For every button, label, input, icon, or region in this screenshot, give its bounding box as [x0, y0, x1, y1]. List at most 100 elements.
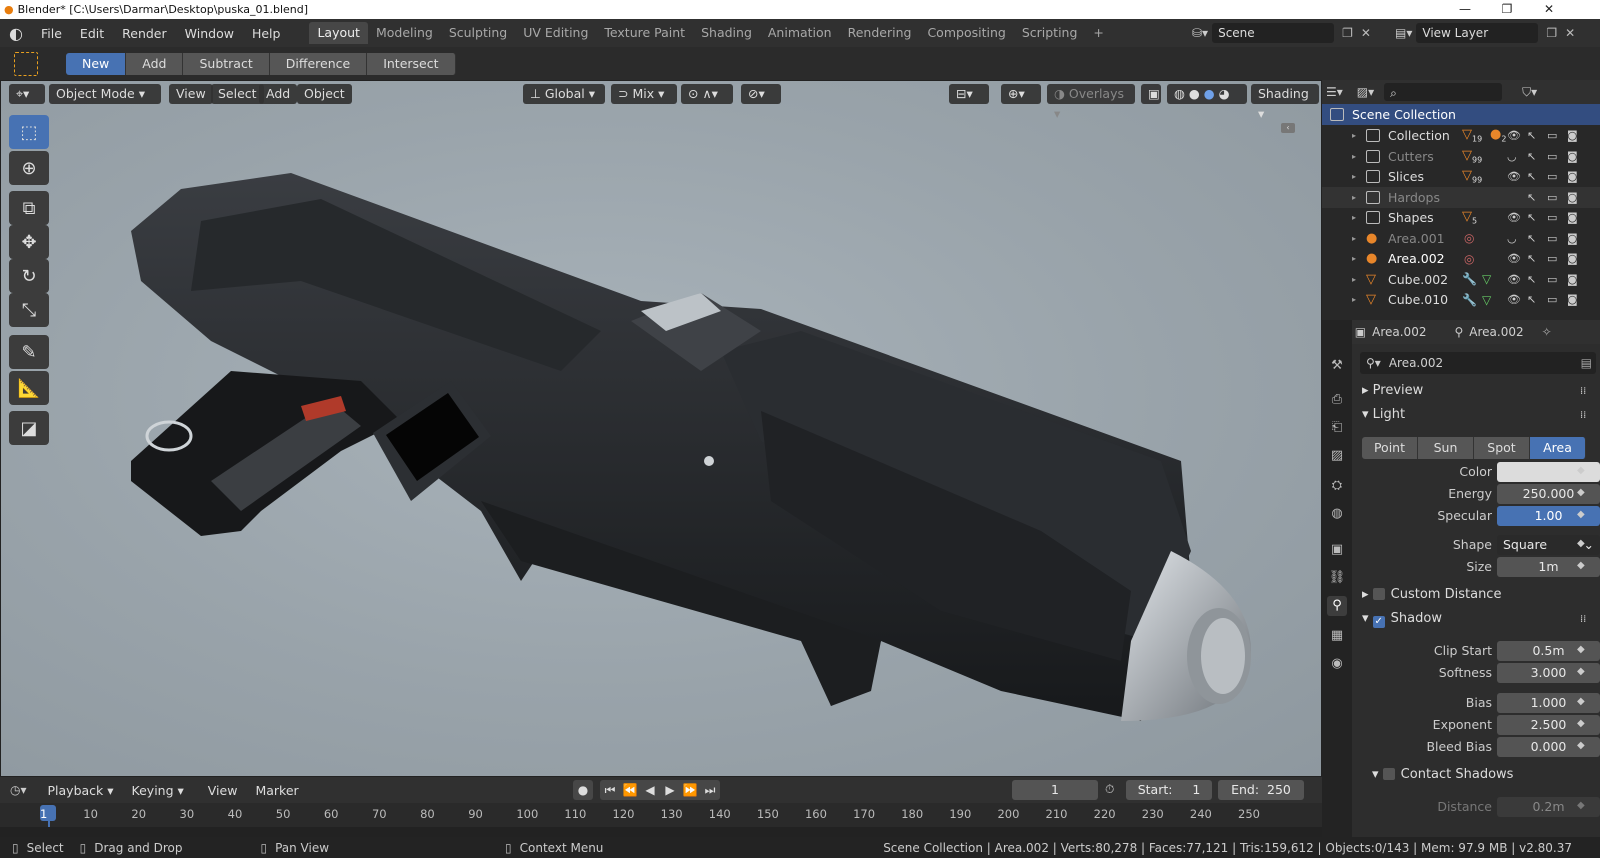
fake-user-icon[interactable]: ▤	[1581, 356, 1592, 370]
selectable-icon[interactable]: ↖	[1527, 150, 1536, 163]
expand-icon[interactable]: ▸	[1352, 254, 1356, 263]
outliner-scene-collection[interactable]: Scene Collection	[1322, 104, 1600, 125]
scene-copy-icon[interactable]: ❐	[1342, 26, 1353, 40]
render-camera-icon[interactable]: ◙	[1567, 170, 1578, 183]
expand-icon[interactable]: ▸	[1352, 152, 1356, 161]
menu-render[interactable]: Render	[113, 26, 176, 41]
selectable-icon[interactable]: ↖	[1527, 211, 1536, 224]
minimize-button[interactable]: —	[1450, 0, 1480, 19]
boolean-difference-button[interactable]: Difference	[269, 52, 368, 75]
visibility-eye-icon[interactable]: 👁	[1507, 273, 1521, 286]
preview-drag-icon[interactable]: ⁞⁞	[1580, 386, 1586, 397]
view-layer-icon[interactable]: ▤▾	[1395, 26, 1412, 40]
outliner-item[interactable]: ▸ Hardops ↖ ▭ ◙	[1322, 186, 1600, 208]
visibility-eye-icon[interactable]: ◡	[1507, 232, 1517, 245]
render-camera-icon[interactable]: ◙	[1567, 191, 1578, 204]
tab-rendering[interactable]: Rendering	[840, 22, 920, 44]
color-keyframe-icon[interactable]: ◆	[1577, 465, 1585, 476]
filter-icon[interactable]: ⛉▾	[1522, 85, 1537, 100]
outliner-item[interactable]: ▸ Collection ▽19 ●2 👁 ↖ ▭ ◙	[1322, 125, 1600, 146]
tab-shading[interactable]: Shading	[693, 22, 760, 44]
select-box-tool-icon[interactable]	[14, 51, 38, 76]
tab-uv-editing[interactable]: UV Editing	[515, 22, 596, 44]
render-camera-icon[interactable]: ◙	[1567, 129, 1578, 142]
tab-modeling[interactable]: Modeling	[368, 22, 441, 44]
view-layer-remove-icon[interactable]: ✕	[1565, 26, 1575, 40]
scene-tab-icon[interactable]: ⛭	[1327, 476, 1347, 496]
outliner-search-input[interactable]: ⌕	[1384, 83, 1503, 101]
light-data-tab-icon[interactable]: ⚲	[1327, 596, 1347, 616]
contact-shadows-panel-header[interactable]: ▾ Contact Shadows	[1372, 767, 1513, 782]
close-button[interactable]: ✕	[1534, 0, 1564, 19]
expand-icon[interactable]: ▸	[1352, 131, 1356, 140]
expand-icon[interactable]: ▸	[1352, 295, 1356, 304]
render-camera-icon[interactable]: ◙	[1567, 211, 1578, 224]
render-camera-icon[interactable]: ◙	[1567, 252, 1578, 265]
viewport-disable-icon[interactable]: ▭	[1547, 232, 1557, 245]
light-type-point[interactable]: Point	[1362, 437, 1418, 459]
shadow-checkbox[interactable]: ✓	[1372, 616, 1385, 628]
energy-keyframe-icon[interactable]: ◆	[1577, 487, 1585, 498]
expand-icon[interactable]: ▸	[1352, 275, 1356, 284]
view-layer-copy-icon[interactable]: ❐	[1546, 26, 1557, 40]
tool-tab-icon[interactable]: ⚒	[1327, 356, 1347, 376]
custom-distance-panel-header[interactable]: ▸ Custom Distance	[1362, 587, 1501, 602]
texture-tab-icon[interactable]: ▦	[1327, 626, 1347, 646]
outliner-item[interactable]: ▸ Shapes ▽5 👁 ↖ ▭ ◙	[1322, 207, 1600, 228]
boolean-new-button[interactable]: New	[66, 52, 127, 75]
render-camera-icon[interactable]: ◙	[1567, 232, 1578, 245]
object-tab-icon[interactable]: ▣	[1327, 540, 1347, 560]
size-keyframe-icon[interactable]: ◆	[1577, 560, 1585, 571]
viewport-disable-icon[interactable]: ▭	[1547, 273, 1557, 286]
timeline-scrollbar[interactable]	[0, 827, 1322, 837]
selectable-icon[interactable]: ↖	[1527, 273, 1536, 286]
expand-icon[interactable]: ▸	[1352, 193, 1356, 202]
light-type-area[interactable]: Area	[1530, 437, 1586, 459]
visibility-eye-icon[interactable]: 👁	[1507, 129, 1521, 142]
viewport-collapse-icon[interactable]: ‹	[1281, 123, 1295, 133]
render-camera-icon[interactable]: ◙	[1567, 293, 1578, 306]
scene-name-field[interactable]: Scene	[1212, 23, 1335, 43]
tab-animation[interactable]: Animation	[760, 22, 840, 44]
scene-remove-icon[interactable]: ✕	[1361, 26, 1371, 40]
light-drag-icon[interactable]: ⁞⁞	[1580, 410, 1586, 421]
constraints-tab-icon[interactable]: ⛓	[1327, 568, 1347, 588]
viewport-disable-icon[interactable]: ▭	[1547, 252, 1557, 265]
viewport-disable-icon[interactable]: ▭	[1547, 150, 1557, 163]
outliner-display-mode-icon[interactable]: ▨▾	[1357, 85, 1374, 99]
softness-keyframe-icon[interactable]: ◆	[1577, 666, 1585, 677]
output-tab-icon[interactable]: ⎗	[1327, 418, 1347, 438]
light-type-sun[interactable]: Sun	[1418, 437, 1474, 459]
menu-edit[interactable]: Edit	[71, 26, 113, 41]
shadow-panel-header[interactable]: ▾ ✓ Shadow	[1362, 611, 1598, 628]
expand-icon[interactable]: ▸	[1352, 213, 1356, 222]
outliner-item[interactable]: ▸ ● Area.002 ◎ 👁 ↖ ▭ ◙	[1322, 248, 1600, 269]
clip-start-keyframe-icon[interactable]: ◆	[1577, 644, 1585, 655]
outliner-item[interactable]: ▸ Cutters ▽99 ◡ ↖ ▭ ◙	[1322, 146, 1600, 167]
boolean-subtract-button[interactable]: Subtract	[183, 52, 270, 75]
outliner-item[interactable]: ▸ Slices ▽99 👁 ↖ ▭ ◙	[1322, 166, 1600, 187]
contact-shadows-checkbox[interactable]	[1382, 768, 1395, 780]
boolean-intersect-button[interactable]: Intersect	[367, 52, 456, 75]
menu-file[interactable]: File	[32, 26, 71, 41]
view-layer-field[interactable]: View Layer	[1416, 23, 1539, 43]
viewport-disable-icon[interactable]: ▭	[1547, 211, 1557, 224]
render-camera-icon[interactable]: ◙	[1567, 273, 1578, 286]
light-panel-header[interactable]: ▾ Light	[1362, 407, 1405, 422]
scene-icon[interactable]: ⛁▾	[1192, 26, 1208, 40]
selectable-icon[interactable]: ↖	[1527, 252, 1536, 265]
tab-compositing[interactable]: Compositing	[919, 22, 1013, 44]
expand-icon[interactable]: ▸	[1352, 234, 1356, 243]
view-layer-tab-icon[interactable]: ▨	[1327, 446, 1347, 466]
tab-sculpting[interactable]: Sculpting	[441, 22, 515, 44]
blender-menu-icon[interactable]: ◐	[0, 24, 32, 43]
render-tab-icon[interactable]: ⎙	[1327, 390, 1347, 410]
render-camera-icon[interactable]: ◙	[1567, 150, 1578, 163]
tab-texture-paint[interactable]: Texture Paint	[596, 22, 693, 44]
specular-keyframe-icon[interactable]: ◆	[1577, 509, 1585, 520]
selectable-icon[interactable]: ↖	[1527, 191, 1536, 204]
visibility-eye-icon[interactable]: 👁	[1507, 293, 1521, 306]
exponent-keyframe-icon[interactable]: ◆	[1577, 718, 1585, 729]
visibility-eye-icon[interactable]: ◡	[1507, 150, 1517, 163]
maximize-button[interactable]: ❐	[1492, 0, 1522, 19]
